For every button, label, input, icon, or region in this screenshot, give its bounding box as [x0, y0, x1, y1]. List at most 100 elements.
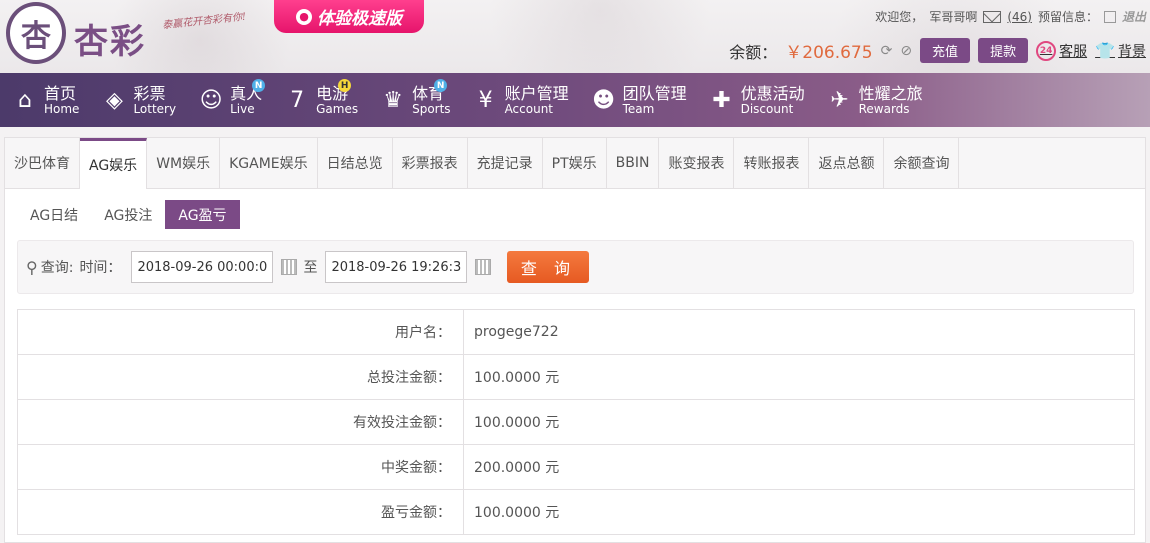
nav-label-zh: 优惠活动 — [740, 83, 805, 103]
nav-label-zh: 电游 — [316, 83, 349, 103]
account-icon: ¥ — [478, 87, 493, 113]
games-icon: 7 — [290, 87, 305, 113]
tab-11[interactable]: 返点总额 — [809, 138, 885, 188]
table-row: 盈亏金额： 100.0000 元 — [17, 489, 1135, 535]
ag-subtabs: AG日结 AG投注 AG盈亏 — [17, 200, 240, 229]
row-label: 总投注金额： — [17, 354, 464, 400]
row-value: progege722 — [463, 309, 1135, 355]
nav-item-games[interactable]: 7 电游 Games H — [272, 73, 368, 127]
start-date-input[interactable] — [131, 251, 274, 283]
service-24-icon: 24 — [1036, 40, 1057, 61]
background-link[interactable]: 👕 背景 — [1095, 41, 1146, 61]
speed-version-button[interactable]: ● 体验极速版 — [274, 0, 424, 33]
message-count[interactable]: (46) — [1007, 10, 1032, 24]
table-row: 中奖金额： 200.0000 元 — [17, 444, 1135, 490]
balance-label: 余额： — [729, 42, 778, 62]
end-date-input[interactable] — [325, 251, 468, 283]
speed-version-label: 体验极速版 — [317, 9, 402, 29]
nav-label-en: Rewards — [858, 101, 910, 116]
tab-9[interactable]: 账变报表 — [659, 138, 735, 188]
nav-label-en: Lottery — [133, 101, 177, 116]
table-row: 总投注金额： 100.0000 元 — [17, 354, 1135, 400]
row-label: 用户名： — [17, 309, 464, 355]
tab-6[interactable]: 充提记录 — [468, 138, 543, 188]
content-frame: 沙巴体育 AG娱乐 WM娱乐 KGAME娱乐 日结总览 彩票报表 充提记录 PT娱乐 BBIN 账… — [0, 127, 1150, 543]
nav-label-zh: 团队管理 — [622, 83, 687, 103]
live-icon: ☺ — [199, 87, 223, 113]
gift-icon: ✚ — [712, 87, 731, 113]
nav-item-home[interactable]: ⌂ 首页 Home — [0, 73, 89, 127]
site-logo[interactable]: 杏 — [6, 2, 66, 64]
mail-icon[interactable] — [983, 10, 1002, 23]
nav-item-live[interactable]: ☺ 真人 Live N — [186, 73, 272, 127]
tab-5[interactable]: 彩票报表 — [393, 138, 468, 188]
user-info-row: 欢迎您， 军哥哥啊 (46) 预留信息： 退出 — [875, 8, 1146, 25]
welcome-text: 欢迎您， — [875, 10, 924, 24]
edit-icon[interactable] — [1103, 10, 1116, 23]
nav-label-zh: 彩票 — [133, 83, 166, 103]
main-nav: ⌂ 首页 Home ◈ 彩票 Lottery ☺ 真人 Live N 7 电游 Games H ♛ 体育 Spo… — [0, 73, 1150, 127]
tab-10[interactable]: 转账报表 — [734, 138, 810, 188]
hide-eye-icon[interactable]: ⊘ — [900, 43, 912, 59]
nav-label-en: Live — [230, 101, 255, 116]
to-label: 至 — [303, 260, 318, 276]
calendar-icon[interactable] — [281, 259, 298, 275]
row-value: 100.0000 元 — [463, 399, 1135, 445]
nav-badge: N — [434, 79, 448, 92]
username: 军哥哥啊 — [929, 10, 978, 24]
search-icon: ⚲ — [26, 257, 38, 277]
team-icon: ☻ — [592, 87, 616, 113]
tab-4[interactable]: 日结总览 — [318, 138, 393, 188]
calendar-icon[interactable] — [475, 259, 492, 275]
query-label: 查询: — [40, 260, 74, 276]
nav-label-zh: 性耀之旅 — [858, 83, 923, 103]
balance-row: 余额： ￥206.675 ⟳ ⊘ 充值 提款 24 客服 👕 背景 — [729, 38, 1146, 63]
shirt-icon: 👕 — [1095, 41, 1115, 60]
time-label: 时间： — [79, 260, 122, 276]
nav-label-en: Games — [316, 101, 359, 116]
tab-2[interactable]: WM娱乐 — [147, 138, 221, 188]
customer-service-link[interactable]: 24 客服 — [1036, 40, 1087, 61]
nav-item-sports[interactable]: ♛ 体育 Sports N — [368, 73, 460, 127]
table-row: 用户名： progege722 — [17, 309, 1135, 355]
nav-item-team[interactable]: ☻ 团队管理 Team — [579, 73, 697, 127]
tab-12[interactable]: 余额查询 — [884, 138, 960, 188]
report-panel: 沙巴体育 AG娱乐 WM娱乐 KGAME娱乐 日结总览 彩票报表 充提记录 PT娱乐 BBIN 账… — [4, 137, 1146, 543]
tab-1[interactable]: AG娱乐 — [80, 138, 148, 189]
background-label: 背景 — [1118, 43, 1146, 60]
tab-3[interactable]: KGAME娱乐 — [220, 138, 318, 188]
table-row: 有效投注金额： 100.0000 元 — [17, 399, 1135, 445]
recharge-button[interactable]: 充值 — [920, 38, 971, 63]
subtab-2[interactable]: AG盈亏 — [165, 200, 240, 229]
nav-label-en: Home — [44, 101, 80, 116]
nav-item-lottery[interactable]: ◈ 彩票 Lottery — [89, 73, 186, 127]
top-header: 杏 杏彩 泰赢花开杏彩有你! ● 体验极速版 欢迎您， 军哥哥啊 (46) 预留… — [0, 0, 1150, 73]
tab-8[interactable]: BBIN — [607, 138, 660, 188]
row-value: 100.0000 元 — [463, 489, 1135, 535]
row-value: 100.0000 元 — [463, 354, 1135, 400]
tab-7[interactable]: PT娱乐 — [543, 138, 607, 188]
rewards-icon: ✈ — [830, 87, 849, 113]
report-tabs: 沙巴体育 AG娱乐 WM娱乐 KGAME娱乐 日结总览 彩票报表 充提记录 PT娱乐 BBIN 账… — [5, 138, 1145, 189]
tab-0[interactable]: 沙巴体育 — [5, 138, 80, 188]
result-table: 用户名： progege722 总投注金额： 100.0000 元有效投注金额： 100… — [17, 309, 1135, 535]
speed-icon: ● — [296, 8, 312, 25]
refresh-icon[interactable]: ⟳ — [881, 43, 893, 59]
nav-item-account[interactable]: ¥ 账户管理 Account — [461, 73, 579, 127]
logout-link[interactable]: 退出 — [1122, 8, 1146, 25]
row-label: 有效投注金额： — [17, 399, 464, 445]
nav-label-zh: 账户管理 — [504, 83, 569, 103]
withdraw-button[interactable]: 提款 — [978, 38, 1029, 63]
sports-icon: ♛ — [383, 87, 403, 113]
nav-item-discount[interactable]: ✚ 优惠活动 Discount — [697, 73, 815, 127]
nav-item-rewards[interactable]: ✈ 性耀之旅 Rewards — [815, 73, 933, 127]
brand-name: 杏彩 — [74, 22, 146, 62]
slogan: 泰赢花开杏彩有你! — [161, 11, 247, 32]
query-button[interactable]: 查 询 — [507, 251, 590, 283]
reserve-info-label: 预留信息： — [1037, 10, 1098, 24]
subtab-0[interactable]: AG日结 — [17, 200, 91, 229]
subtab-1[interactable]: AG投注 — [91, 200, 165, 229]
lottery-icon: ◈ — [105, 87, 123, 113]
nav-label-en: Account — [504, 101, 554, 116]
nav-label-en: Team — [622, 101, 655, 116]
